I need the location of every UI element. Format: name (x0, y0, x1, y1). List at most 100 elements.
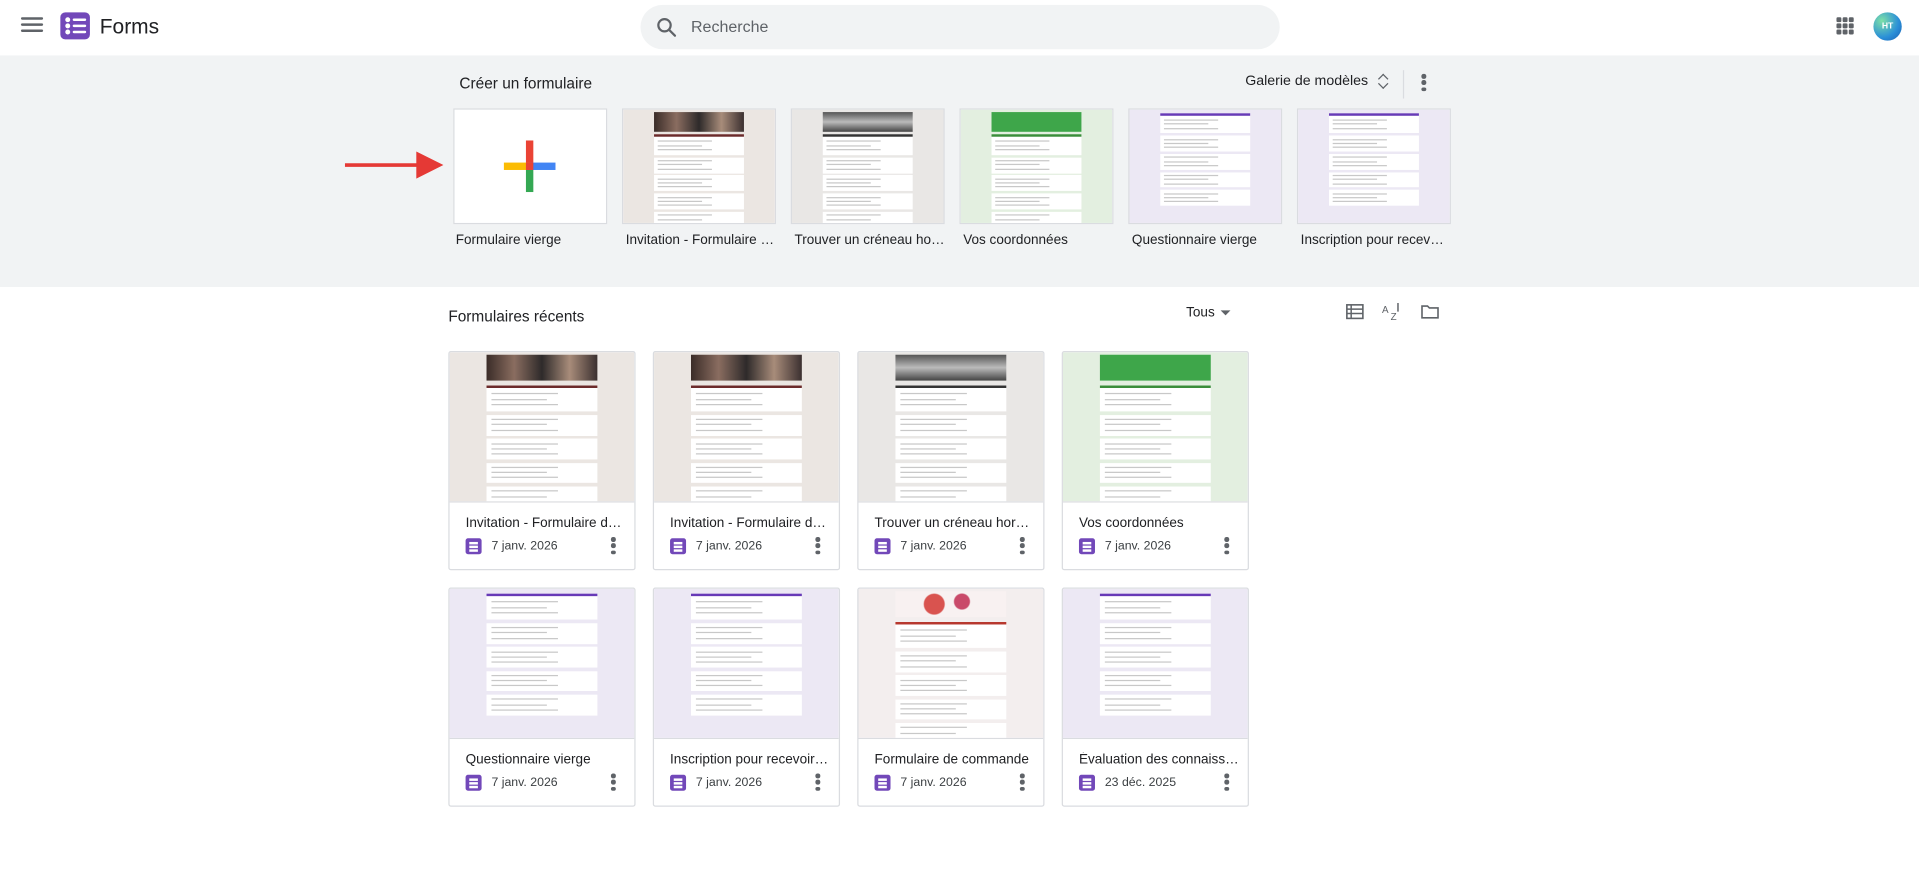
preview-text-line (899, 429, 967, 431)
preview-text-line (490, 600, 558, 602)
more-vert-icon[interactable] (815, 773, 820, 791)
preview-section (822, 157, 914, 174)
preview-section (486, 462, 598, 484)
preview-text-line (825, 182, 872, 184)
preview-text-line (1104, 442, 1171, 445)
preview-text-line (490, 419, 558, 421)
form-date: 7 janv. 2026 (900, 539, 967, 554)
preview-text-line (899, 490, 967, 492)
preview-text-line (695, 680, 751, 682)
recent-form-card[interactable]: Questionnaire vierge 7 janv. 2026 (448, 587, 636, 807)
preview-text-line (899, 466, 967, 468)
recent-form-card[interactable]: Invitation - Formulaire de réponse 7 jan… (652, 351, 841, 571)
preview-text-line (1104, 490, 1171, 492)
recent-form-card[interactable]: Trouver un créneau horaire 7 janv. 2026 (857, 351, 1045, 571)
preview-text-line (994, 149, 1050, 151)
preview-text-line (1332, 193, 1387, 195)
search-input[interactable]: Recherche (691, 17, 768, 35)
preview-section (1099, 486, 1211, 502)
more-vert-icon[interactable] (1224, 773, 1229, 791)
sort-updown-icon (1378, 74, 1388, 89)
preview-text-line (994, 164, 1041, 166)
form-date: 7 janv. 2026 (1104, 539, 1172, 554)
template-tile-timeslot[interactable] (790, 108, 945, 225)
avatar[interactable]: HT (1873, 12, 1902, 41)
recent-form-card[interactable]: Évaluation des connaissances marketing 2… (1061, 587, 1249, 807)
preview-text-line (1104, 495, 1160, 497)
preview-text-line (490, 442, 558, 445)
preview-section (895, 675, 1007, 697)
preview-text-line (1332, 128, 1387, 130)
preview-text-line (899, 419, 967, 421)
preview-text-line (825, 160, 881, 162)
preview-section (822, 211, 914, 223)
recent-form-card[interactable]: Inscription pour recevoir un t-shirt 7 j… (652, 587, 841, 807)
preview-section (690, 385, 802, 412)
template-label[interactable]: Questionnaire vierge (1132, 233, 1282, 248)
preview-text-line (1104, 632, 1160, 634)
preview-text-line (490, 656, 547, 658)
preview-text-line (994, 168, 1050, 170)
form-date: 7 janv. 2026 (491, 539, 558, 554)
preview-text-line (657, 168, 712, 170)
preview-text-line (490, 698, 558, 700)
template-label[interactable]: Trouver un créneau horaire (794, 233, 944, 248)
preview-text-line (1104, 709, 1171, 711)
preview-text-line (994, 182, 1041, 184)
menu-icon[interactable] (20, 17, 44, 34)
more-vert-icon[interactable] (1019, 773, 1025, 791)
preview-text-line (1332, 138, 1387, 141)
list-view-icon[interactable] (1345, 302, 1365, 322)
preview-section (895, 722, 1007, 738)
preview-text-line (657, 178, 712, 180)
preview-section (895, 414, 1007, 436)
preview-text-line (825, 140, 881, 142)
owner-filter-dropdown[interactable]: Tous (1186, 305, 1231, 320)
more-vert-icon[interactable] (1421, 73, 1426, 92)
preview-text-line (695, 442, 762, 445)
more-vert-icon[interactable] (610, 537, 616, 555)
form-preview (449, 588, 635, 740)
recent-form-card[interactable]: Vos coordonnées 7 janv. 2026 (1061, 351, 1249, 571)
template-tile-quiz[interactable] (1128, 108, 1283, 225)
apps-grid-icon[interactable] (1836, 17, 1854, 35)
preview-section (822, 193, 914, 210)
preview-text-line (1163, 142, 1209, 145)
preview-text-line (899, 628, 967, 631)
folder-icon[interactable] (1420, 302, 1440, 322)
preview-section (690, 670, 802, 692)
preview-text-line (657, 186, 712, 188)
preview-section (1328, 171, 1420, 188)
template-label[interactable]: Vos coordonnées (963, 233, 1113, 248)
preview-text-line (899, 689, 967, 692)
template-gallery-button[interactable]: Galerie de modèles (1245, 74, 1388, 89)
more-vert-icon[interactable] (815, 537, 820, 555)
preview-section (991, 211, 1082, 223)
search-bar[interactable]: Recherche (640, 4, 1280, 50)
recent-form-card[interactable]: Invitation - Formulaire de réponse 7 jan… (448, 351, 636, 571)
preview-header-image (690, 354, 802, 381)
template-label[interactable]: Formulaire vierge (456, 233, 606, 248)
app-title[interactable]: Forms (100, 15, 159, 40)
preview-text-line (899, 404, 967, 406)
forms-logo-icon[interactable] (59, 11, 91, 41)
search-icon[interactable] (655, 16, 677, 38)
recent-form-card[interactable]: Formulaire de commande 7 janv. 2026 (857, 587, 1045, 807)
template-tile-tshirt[interactable] (1296, 108, 1451, 225)
more-vert-icon[interactable] (610, 773, 616, 791)
preview-text-line (695, 698, 762, 700)
preview-text-line (1104, 392, 1171, 394)
preview-text-line (490, 424, 547, 426)
preview-text-line (695, 612, 762, 614)
template-tile-contact[interactable] (959, 108, 1114, 225)
plus-icon[interactable] (503, 140, 556, 193)
template-label[interactable]: Inscription pour recevoir un t-shirt (1301, 233, 1451, 248)
form-preview (858, 588, 1044, 740)
template-label[interactable]: Invitation - Formulaire de réponse (626, 233, 776, 248)
template-tile-invitation[interactable] (622, 108, 776, 225)
more-vert-icon[interactable] (1019, 537, 1025, 555)
more-vert-icon[interactable] (1224, 537, 1229, 555)
preview-text-line (1163, 164, 1218, 167)
sort-az-icon[interactable]: A Z (1382, 302, 1402, 322)
preview-text-line (1104, 471, 1160, 474)
